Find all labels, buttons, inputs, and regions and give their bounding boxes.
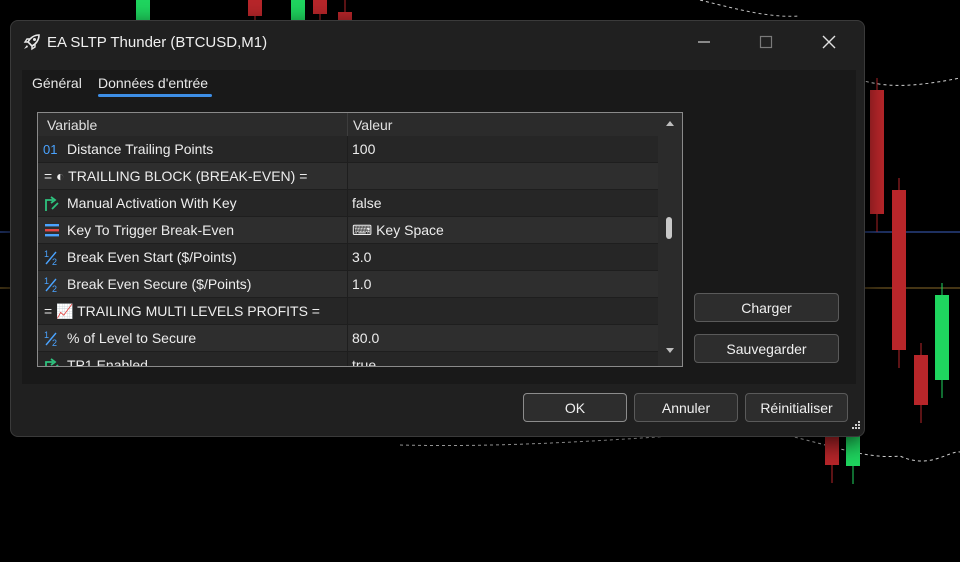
close-icon (822, 35, 836, 49)
bool-icon (45, 196, 59, 211)
column-divider (347, 298, 348, 325)
envelope-upper-line (699, 0, 801, 17)
bool-icon (45, 358, 59, 366)
column-header-variable[interactable]: Variable (47, 117, 97, 133)
table-row[interactable]: 1 2 Break Even Secure ($/Points) 1.0 (38, 271, 658, 298)
enum-icon (45, 224, 59, 237)
double-icon: 12 (44, 249, 57, 266)
ea-properties-dialog: EA SLTP Thunder (BTCUSD,M1) Général Donn… (10, 20, 865, 437)
table-row[interactable]: = ◐ TRAILLING BLOCK (BREAK-EVEN) = (38, 163, 658, 190)
table-row[interactable]: 1 2 % of Level to Secure 80.0 (38, 325, 658, 352)
candle-body (870, 90, 884, 214)
vertical-scrollbar[interactable] (658, 113, 682, 366)
column-header-value[interactable]: Valeur (353, 117, 392, 133)
minimize-icon (698, 41, 710, 43)
candle-body (248, 0, 262, 16)
variable-value[interactable]: ⌨ Key Space (352, 222, 444, 239)
table-row[interactable]: Manual Activation With Key false (38, 190, 658, 217)
svg-text:2: 2 (52, 284, 57, 293)
variable-name: Break Even Start ($/Points) (67, 249, 237, 265)
variable-value[interactable]: 1.0 (352, 276, 371, 292)
variable-name: Distance Trailing Points (67, 141, 214, 157)
scroll-down-icon[interactable] (665, 347, 675, 355)
variable-name: Break Even Secure ($/Points) (67, 276, 252, 292)
double-icon: 12 (44, 330, 57, 347)
minimize-button[interactable] (681, 27, 727, 57)
reset-button[interactable]: Réinitialiser (745, 393, 848, 422)
variable-value[interactable]: 80.0 (352, 330, 379, 346)
candle-body (291, 0, 305, 20)
column-divider (347, 136, 348, 163)
table-row[interactable]: TP1 Enabled true (38, 352, 658, 366)
resize-grip-icon[interactable] (849, 420, 861, 432)
table-body: 01 Distance Trailing Points 100 = ◐ TRAILLI… (38, 136, 658, 366)
svg-text:1: 1 (44, 276, 49, 286)
variable-value[interactable]: 100 (352, 141, 375, 157)
svg-text:01: 01 (43, 142, 57, 157)
candle-body (846, 432, 860, 466)
candle-body (935, 295, 949, 380)
variable-name: TP1 Enabled (67, 357, 148, 366)
column-divider (347, 352, 348, 366)
inputs-table: Variable Valeur 01 Distance Trailing Poin… (37, 112, 683, 367)
column-divider (347, 163, 348, 190)
variable-value[interactable]: true (352, 357, 376, 366)
column-divider (347, 190, 348, 217)
close-button[interactable] (806, 27, 852, 57)
table-row[interactable]: Key To Trigger Break-Even ⌨ Key Space (38, 217, 658, 244)
svg-text:1: 1 (44, 249, 49, 259)
candle-body (892, 190, 906, 350)
save-button[interactable]: Sauvegarder (694, 334, 839, 363)
variable-name: Manual Activation With Key (67, 195, 237, 211)
column-divider (347, 325, 348, 352)
load-button[interactable]: Charger (694, 293, 839, 322)
table-row[interactable]: 01 Distance Trailing Points 100 (38, 136, 658, 163)
window-title: EA SLTP Thunder (BTCUSD,M1) (47, 34, 268, 51)
section-header-label: = ◐ TRAILLING BLOCK (BREAK-EVEN) = (44, 168, 308, 184)
variable-value[interactable]: 3.0 (352, 249, 371, 265)
title-bar[interactable]: EA SLTP Thunder (BTCUSD,M1) (11, 21, 864, 63)
table-row[interactable]: = 📈 TRAILING MULTI LEVELS PROFITS = (38, 298, 658, 325)
candle-body (914, 355, 928, 405)
variable-value[interactable]: false (352, 195, 382, 211)
column-divider (347, 271, 348, 298)
ok-button[interactable]: OK (523, 393, 627, 422)
variable-name: % of Level to Secure (67, 330, 197, 346)
scrollbar-thumb[interactable] (666, 217, 672, 239)
svg-text:2: 2 (52, 257, 57, 266)
maximize-button[interactable] (743, 27, 789, 57)
maximize-icon (759, 35, 773, 49)
column-divider (347, 244, 348, 271)
section-header-label: = 📈 TRAILING MULTI LEVELS PROFITS = (44, 303, 320, 319)
active-tab-indicator (98, 94, 212, 97)
candle-body (136, 0, 150, 20)
svg-text:1: 1 (44, 330, 49, 340)
table-header: Variable Valeur (38, 113, 658, 136)
cancel-button[interactable]: Annuler (634, 393, 738, 422)
tab-inputs[interactable]: Données d'entrée (98, 75, 208, 91)
variable-name: Key To Trigger Break-Even (67, 222, 235, 238)
tab-general[interactable]: Général (32, 75, 82, 91)
scroll-up-icon[interactable] (665, 119, 675, 127)
table-row[interactable]: 1 2 Break Even Start ($/Points) 3.0 (38, 244, 658, 271)
column-divider (347, 217, 348, 244)
svg-text:2: 2 (52, 338, 57, 347)
envelope-upper-line (859, 77, 960, 86)
int-icon: 01 (43, 142, 57, 157)
column-divider[interactable] (347, 113, 348, 136)
rocket-icon (23, 34, 40, 51)
double-icon: 12 (44, 276, 57, 293)
candle-body (313, 0, 327, 14)
